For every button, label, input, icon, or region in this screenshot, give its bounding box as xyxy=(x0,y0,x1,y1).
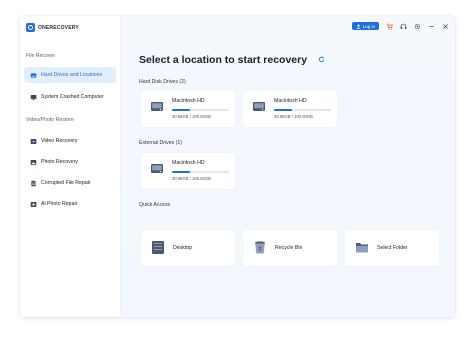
external-drives-title: External Drives (1) xyxy=(139,140,182,146)
sidebar-item-label: Ai Photo Repair xyxy=(41,201,78,207)
drive-name: Macintosh HD xyxy=(172,160,205,166)
sidebar-item-photo-recovery[interactable]: Photo Recovery xyxy=(24,154,116,170)
quick-access-label: Desktop xyxy=(173,245,193,251)
sidebar-item-label: Photo Recovery xyxy=(41,159,78,165)
headset-icon xyxy=(400,23,407,29)
drive-size: 30.96GB / 100.00GB xyxy=(274,114,313,119)
sidebar-item-label: Video Recovery xyxy=(41,138,78,144)
quick-access-label: Select Folder xyxy=(377,245,408,251)
page-title: Select a location to start recovery xyxy=(139,54,308,66)
main-panel: Log in Select a location to start recove… xyxy=(121,16,455,317)
sidebar: ONERECOVERY File Recover Hard Drives and… xyxy=(20,16,121,317)
quick-access-label: Recycle Bin xyxy=(275,245,303,251)
folder-icon xyxy=(356,243,368,253)
login-button[interactable]: Log in xyxy=(351,22,379,30)
hard-drive-icon xyxy=(253,102,265,111)
drive-usage-bar xyxy=(172,171,229,173)
drive-usage-fill xyxy=(172,171,190,173)
sidebar-item-ai-photo-repair[interactable]: Ai Photo Repair xyxy=(24,196,116,212)
cart-button[interactable] xyxy=(386,23,393,30)
refresh-icon[interactable] xyxy=(318,56,325,63)
drive-usage-bar xyxy=(172,109,229,111)
file-repair-icon xyxy=(31,180,36,186)
quick-access-select-folder[interactable]: Select Folder xyxy=(345,230,439,266)
quick-access-desktop[interactable]: Desktop xyxy=(141,230,235,266)
drive-size: 30.96GB / 100.00GB xyxy=(172,114,211,119)
sidebar-item-label: Hard Drives and Locations xyxy=(41,72,103,78)
logo-icon xyxy=(26,23,35,32)
hard-disk-card[interactable]: Macintosh HD 30.96GB / 100.00GB xyxy=(243,91,337,127)
drive-size: 30.96GB / 100.00GB xyxy=(172,176,211,181)
app-logo: ONERECOVERY xyxy=(26,23,79,32)
external-drive-card[interactable]: Macintosh HD 30.96GB / 100.00GB xyxy=(141,153,235,189)
sidebar-item-system-crashed[interactable]: System Crashed Computer xyxy=(24,89,116,105)
sidebar-item-label: System Crashed Computer xyxy=(41,94,104,100)
desktop-icon xyxy=(152,241,164,254)
sidebar-item-video-recovery[interactable]: Video Recovery xyxy=(24,133,116,149)
drive-usage-fill xyxy=(274,109,292,111)
section-title-media-restore: Video/Photo Restore xyxy=(26,117,74,123)
hard-disk-drives-title: Hard Disk Drives (2) xyxy=(139,79,186,85)
section-title-file-recover: File Recover xyxy=(26,53,56,59)
logo-text: ONERECOVERY xyxy=(38,24,79,31)
drive-usage-bar xyxy=(274,109,331,111)
minimize-icon xyxy=(429,25,434,27)
computer-icon xyxy=(30,94,37,100)
recycle-bin-icon xyxy=(255,241,265,254)
app-window: ONERECOVERY File Recover Hard Drives and… xyxy=(20,16,455,317)
login-label: Log in xyxy=(362,23,375,29)
drive-name: Macintosh HD xyxy=(172,98,205,104)
settings-icon xyxy=(414,23,421,29)
photo-icon xyxy=(30,159,37,165)
sidebar-item-hard-drives[interactable]: Hard Drives and Locations xyxy=(24,67,116,83)
title-bar: Log in xyxy=(351,22,449,30)
minimize-button[interactable] xyxy=(428,23,435,30)
user-icon xyxy=(356,24,361,29)
sidebar-item-corrupted-file-repair[interactable]: Corrupted File Repair xyxy=(24,175,116,191)
cart-icon xyxy=(386,23,393,30)
hard-disk-card[interactable]: Macintosh HD 30.96GB / 100.00GB xyxy=(141,91,235,127)
close-icon xyxy=(443,23,448,29)
external-drive-icon xyxy=(151,164,163,173)
drive-usage-fill xyxy=(172,109,190,111)
drive-icon xyxy=(30,72,37,78)
close-button[interactable] xyxy=(442,23,449,30)
quick-access-title: Quick Access xyxy=(139,202,171,208)
video-icon xyxy=(30,138,37,144)
support-button[interactable] xyxy=(400,23,407,30)
quick-access-recycle-bin[interactable]: Recycle Bin xyxy=(243,230,337,266)
settings-button[interactable] xyxy=(414,23,421,30)
ai-photo-icon xyxy=(30,201,37,207)
hard-drive-icon xyxy=(151,102,163,111)
sidebar-item-label: Corrupted File Repair xyxy=(41,180,91,186)
drive-name: Macintosh HD xyxy=(274,98,307,104)
